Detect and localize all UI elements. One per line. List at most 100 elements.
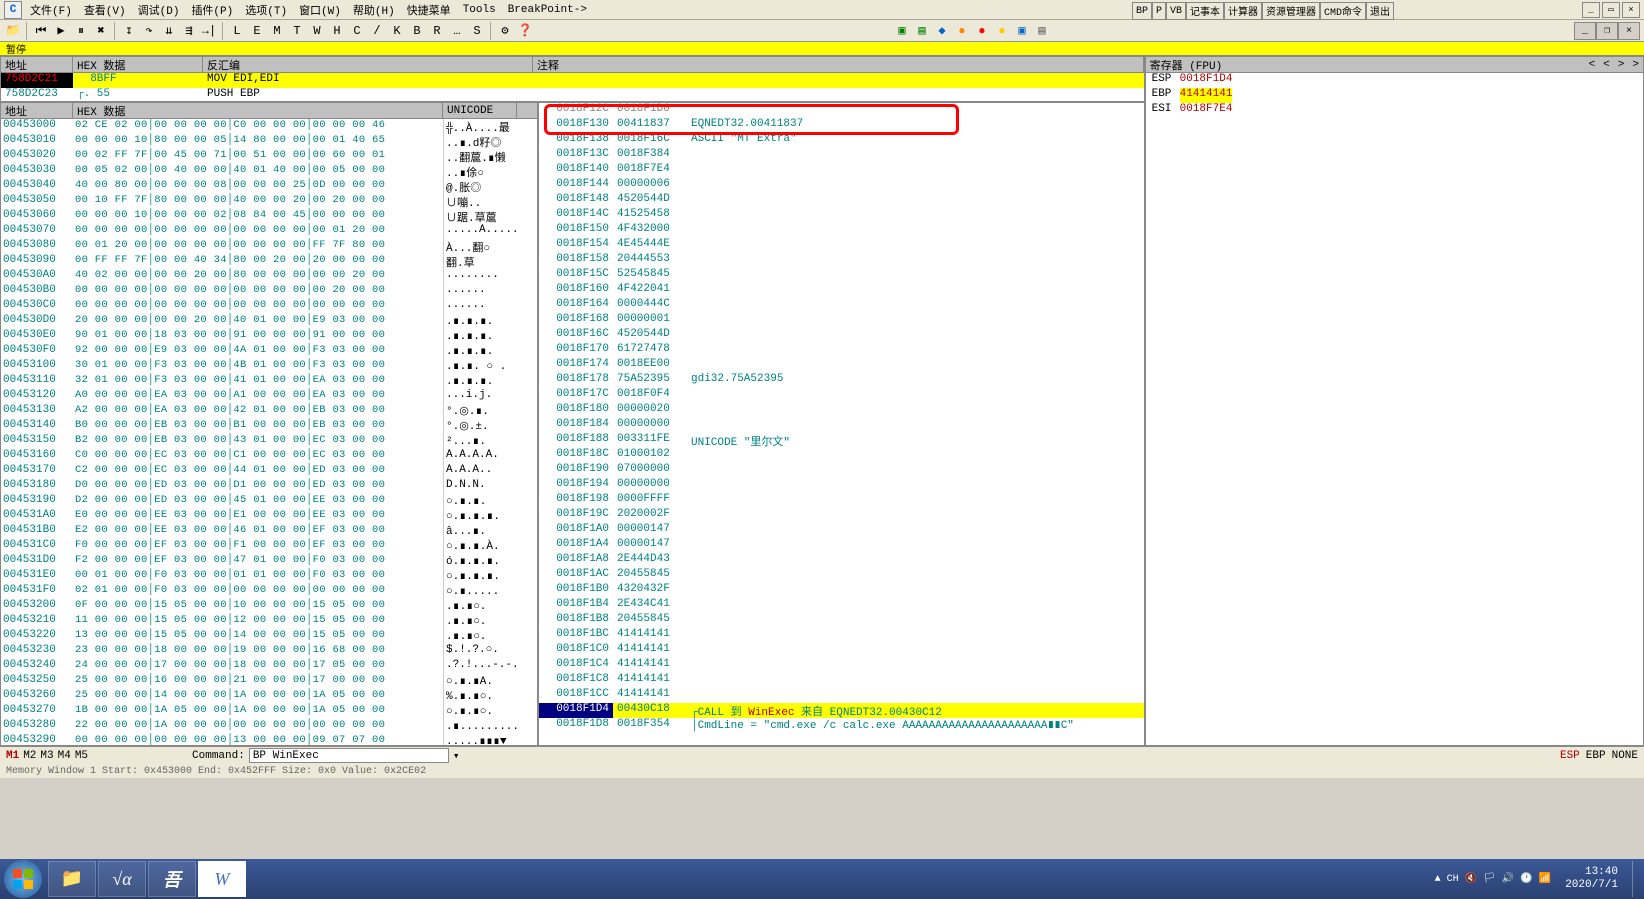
stack-row[interactable]: 0018F1740018EE00 bbox=[539, 358, 1144, 373]
menu-view[interactable]: 查看(V) bbox=[78, 0, 132, 20]
ellipsis-icon[interactable]: … bbox=[448, 22, 466, 40]
w-icon[interactable]: W bbox=[308, 22, 326, 40]
stack-row[interactable]: 0018F16800000001 bbox=[539, 313, 1144, 328]
k-icon[interactable]: K bbox=[388, 22, 406, 40]
hex-row[interactable]: 004531C0F0 00 00 00│EF 03 00 00│F1 00 00… bbox=[1, 539, 537, 554]
open-icon[interactable]: 📁 bbox=[4, 22, 22, 40]
disasm-row[interactable]: 758D2C23┌. 55PUSH EBP bbox=[1, 88, 1144, 103]
show-desktop[interactable] bbox=[1632, 861, 1640, 897]
hex-row[interactable]: 004530E090 01 00 00│18 03 00 00│91 00 00… bbox=[1, 329, 537, 344]
red1-icon[interactable]: ● bbox=[973, 22, 991, 40]
blue1-icon[interactable]: ◆ bbox=[933, 22, 951, 40]
rewind-icon[interactable]: ⏮ bbox=[32, 22, 50, 40]
stack-row[interactable]: 0018F1AC20455845 bbox=[539, 568, 1144, 583]
m3-btn[interactable]: M3 bbox=[40, 750, 53, 762]
register-row[interactable]: ESP0018F1D4 bbox=[1146, 73, 1643, 88]
hex-row[interactable]: 004531B0E2 00 00 00│EE 03 00 00│46 01 00… bbox=[1, 524, 537, 539]
hex-row[interactable]: 0045326025 00 00 00│14 00 00 00│1A 00 00… bbox=[1, 689, 537, 704]
menu-window[interactable]: 窗口(W) bbox=[293, 0, 347, 20]
hex-row[interactable]: 004532701B 00 00 00│1A 05 00 00│1A 00 00… bbox=[1, 704, 537, 719]
stack-row-selected[interactable]: 0018F1D4 00430C18 ┌CALL 到 WinExec 来自 EQN… bbox=[539, 703, 1144, 718]
step-into-icon[interactable]: ↧ bbox=[120, 22, 138, 40]
tray-icons[interactable]: ▲ CH 🔇 🏳 🔊 🕐 📶 bbox=[1435, 873, 1552, 885]
hex-row[interactable]: 0045329000 00 00 00│00 00 00 00│13 00 00… bbox=[1, 734, 537, 745]
taskbar-mathtype[interactable]: √α bbox=[98, 861, 146, 897]
stack-row[interactable]: 0018F1C841414141 bbox=[539, 673, 1144, 688]
m5-btn[interactable]: M5 bbox=[75, 750, 88, 762]
hex-row[interactable]: 0045303000 05 02 00│00 40 00 00│40 01 40… bbox=[1, 164, 537, 179]
disasm-header-comment[interactable]: 注释 bbox=[533, 57, 1144, 72]
blue2-icon[interactable]: ▣ bbox=[1013, 22, 1031, 40]
minimize-button[interactable]: _ bbox=[1582, 2, 1600, 18]
m-icon[interactable]: M bbox=[268, 22, 286, 40]
register-row[interactable]: ESI0018F7E4 bbox=[1146, 103, 1643, 118]
hex-row[interactable]: 0045305000 10 FF 7F│80 00 00 00│40 00 00… bbox=[1, 194, 537, 209]
calc-btn[interactable]: 计算器 bbox=[1224, 2, 1262, 20]
reg-nav-right2[interactable]: > bbox=[1632, 59, 1639, 71]
stack-row[interactable]: 0018F19007000000 bbox=[539, 463, 1144, 478]
start-button[interactable] bbox=[4, 860, 42, 898]
m4-btn[interactable]: M4 bbox=[58, 750, 71, 762]
hex-row[interactable]: 004530C000 00 00 00│00 00 00 00│00 00 00… bbox=[1, 299, 537, 314]
disasm-header-asm[interactable]: 反汇编 bbox=[203, 57, 533, 72]
hex-row[interactable]: 0045307000 00 00 00│00 00 00 00│00 00 00… bbox=[1, 224, 537, 239]
close-button[interactable]: × bbox=[1622, 2, 1640, 18]
stack-row[interactable]: 0018F1380018F16CASCII "MT Extra" bbox=[539, 133, 1144, 148]
register-row[interactable]: EBP41414141 bbox=[1146, 88, 1643, 103]
l-icon[interactable]: L bbox=[228, 22, 246, 40]
list-icon[interactable]: ▤ bbox=[1033, 22, 1051, 40]
stack-row[interactable]: 0018F1C441414141 bbox=[539, 658, 1144, 673]
menu-file[interactable]: 文件(F) bbox=[24, 0, 78, 20]
stack-row[interactable]: 0018F1C041414141 bbox=[539, 643, 1144, 658]
hex-row[interactable]: 00453180D0 00 00 00│ED 03 00 00│D1 00 00… bbox=[1, 479, 537, 494]
hex-row[interactable]: 00453160C0 00 00 00│EC 03 00 00│C1 00 00… bbox=[1, 449, 537, 464]
hex-row[interactable]: 00453170C2 00 00 00│EC 03 00 00│44 01 00… bbox=[1, 464, 537, 479]
stack-row[interactable]: 0018F17061727478 bbox=[539, 343, 1144, 358]
green2-icon[interactable]: ▤ bbox=[913, 22, 931, 40]
hex-row[interactable]: 0045306000 00 00 10│00 00 00 02│08 84 00… bbox=[1, 209, 537, 224]
vb-btn[interactable]: VB bbox=[1166, 2, 1186, 20]
h-icon[interactable]: H bbox=[328, 22, 346, 40]
hex-row[interactable]: 0045300002 CE 02 00│00 00 00 00│C0 00 00… bbox=[1, 119, 537, 134]
stack-row[interactable]: 0018F17C0018F0F4 bbox=[539, 388, 1144, 403]
stack-row-highlight[interactable]: 0018F130 00411837 EQNEDT32.00411837 bbox=[539, 118, 1144, 133]
menu-help[interactable]: 帮助(H) bbox=[347, 0, 401, 20]
stack-row[interactable]: 0018F1400018F7E4 bbox=[539, 163, 1144, 178]
stack-row[interactable]: 0018F19400000000 bbox=[539, 478, 1144, 493]
m2-btn[interactable]: M2 bbox=[23, 750, 36, 762]
disasm-header-addr[interactable]: 地址 bbox=[1, 57, 73, 72]
pause-icon[interactable]: ⏸ bbox=[72, 22, 90, 40]
clock[interactable]: 13:40 2020/7/1 bbox=[1557, 866, 1626, 892]
stack-row[interactable]: 0018F17875A52395gdi32.75A52395 bbox=[539, 373, 1144, 388]
r-icon[interactable]: R bbox=[428, 22, 446, 40]
stack-row[interactable]: 0018F15820444553 bbox=[539, 253, 1144, 268]
step-over-icon[interactable]: ↷ bbox=[140, 22, 158, 40]
stack-row[interactable]: 0018F14400000006 bbox=[539, 178, 1144, 193]
stack-row[interactable]: 0018F18000000020 bbox=[539, 403, 1144, 418]
taskbar-debugger[interactable]: 吾 bbox=[148, 861, 196, 897]
hex-row[interactable]: 0045308000 01 20 00│00 00 00 00│00 00 00… bbox=[1, 239, 537, 254]
stack-row[interactable]: 0018F1A000000147 bbox=[539, 523, 1144, 538]
hex-row[interactable]: 0045325025 00 00 00│16 00 00 00│21 00 00… bbox=[1, 674, 537, 689]
esp-indicator[interactable]: ESP bbox=[1560, 750, 1580, 762]
trace-over-icon[interactable]: ⇶ bbox=[180, 22, 198, 40]
orange1-icon[interactable]: ● bbox=[953, 22, 971, 40]
stack-row[interactable]: 0018F188003311FEUNICODE "里尔文" bbox=[539, 433, 1144, 448]
b-icon[interactable]: B bbox=[408, 22, 426, 40]
menu-quick[interactable]: 快捷菜单 bbox=[401, 0, 457, 20]
slash-icon[interactable]: / bbox=[368, 22, 386, 40]
m1-btn[interactable]: M1 bbox=[6, 750, 19, 762]
hex-header-uni[interactable]: UNICODE bbox=[443, 103, 517, 118]
hex-row[interactable]: 00453130A2 00 00 00│EA 03 00 00│42 01 00… bbox=[1, 404, 537, 419]
hex-row[interactable]: 004531E000 01 00 00│F0 03 00 00│01 01 00… bbox=[1, 569, 537, 584]
inner-close-button[interactable]: × bbox=[1618, 22, 1640, 40]
p-btn[interactable]: P bbox=[1152, 2, 1166, 20]
hex-row[interactable]: 0045309000 FF FF 7F│00 00 40 34│80 00 20… bbox=[1, 254, 537, 269]
e-icon[interactable]: E bbox=[248, 22, 266, 40]
hex-row[interactable]: 00453140B0 00 00 00│EB 03 00 00│B1 00 00… bbox=[1, 419, 537, 434]
none-indicator[interactable]: NONE bbox=[1612, 750, 1638, 762]
stack-row[interactable]: 0018F14C41525458 bbox=[539, 208, 1144, 223]
reg-nav-left2[interactable]: < bbox=[1603, 59, 1610, 71]
hex-row[interactable]: 004531A0E0 00 00 00│EE 03 00 00│E1 00 00… bbox=[1, 509, 537, 524]
stack-row[interactable]: 0018F1BC41414141 bbox=[539, 628, 1144, 643]
